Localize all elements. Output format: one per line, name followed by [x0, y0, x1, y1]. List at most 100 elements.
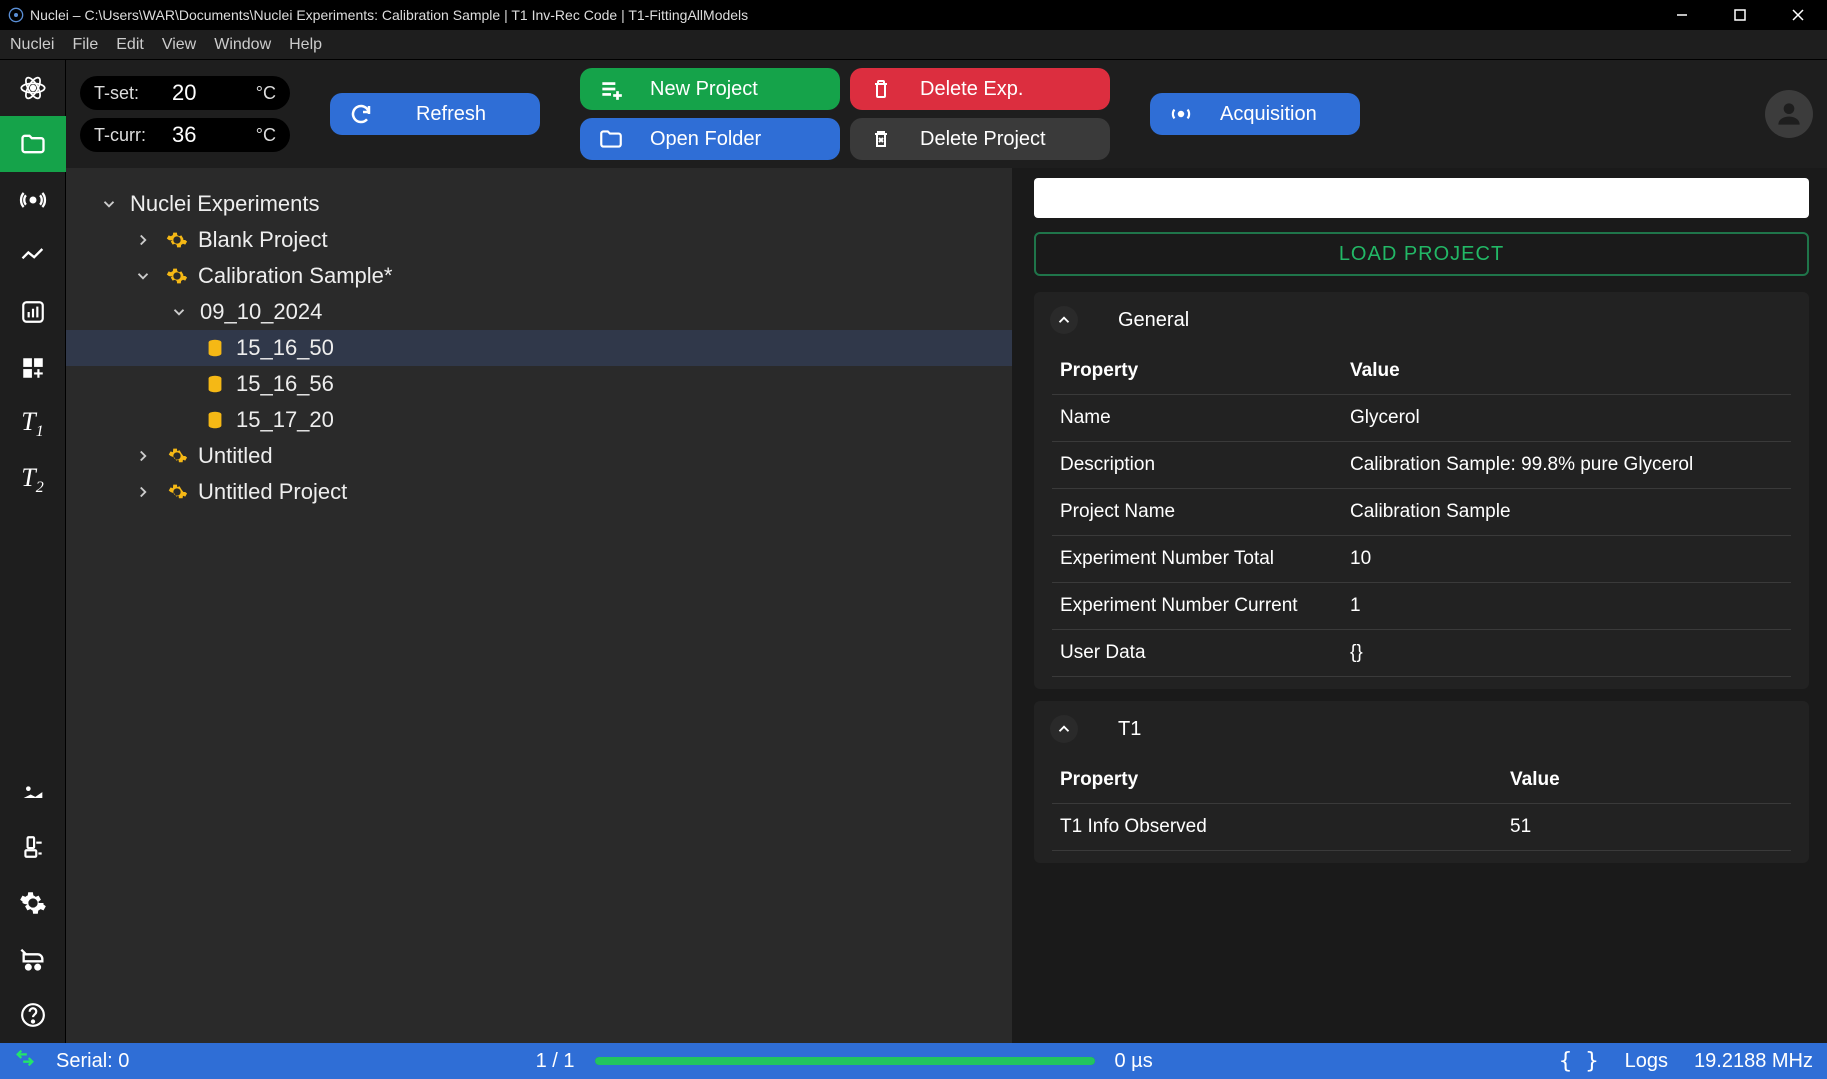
tree-item-date[interactable]: 09_10_2024 [66, 294, 1012, 330]
database-icon [202, 373, 228, 395]
serial-status: Serial: 0 [56, 1050, 129, 1073]
general-header[interactable]: General [1034, 292, 1809, 348]
sidebar-signal-icon[interactable] [0, 172, 66, 228]
tcurr-label: T-curr: [94, 125, 164, 146]
delete-project-icon [868, 127, 894, 151]
page-status: 1 / 1 [536, 1050, 575, 1073]
tree-item-exp-1[interactable]: 15_16_50 [66, 330, 1012, 366]
titlebar: Nuclei – C:\Users\WAR\Documents\Nuclei E… [0, 0, 1827, 30]
sidebar-stroller-icon[interactable] [0, 931, 66, 987]
tree-item-untitled[interactable]: Untitled [66, 438, 1012, 474]
chevron-right-icon [130, 231, 156, 249]
tree-label: 09_10_2024 [200, 299, 322, 325]
sidebar-t2-icon[interactable]: T2 [0, 452, 66, 508]
load-project-label: LOAD PROJECT [1339, 243, 1504, 266]
sidebar-settings-icon[interactable] [0, 875, 66, 931]
prop-key: Experiment Number Total [1060, 548, 1350, 570]
col-property: Property [1060, 769, 1510, 791]
tree-label: 15_16_50 [236, 335, 334, 361]
tree-item-exp-2[interactable]: 15_16_56 [66, 366, 1012, 402]
prop-row: Experiment Number Current 1 [1052, 583, 1791, 630]
tree-item-blank[interactable]: Blank Project [66, 222, 1012, 258]
col-property: Property [1060, 360, 1350, 382]
minimize-button[interactable] [1653, 0, 1711, 30]
chevron-down-icon [96, 195, 122, 213]
sidebar-t1-icon[interactable]: T1 [0, 396, 66, 452]
sidebar-analytics-icon[interactable] [0, 284, 66, 340]
acquisition-icon [1168, 101, 1194, 127]
menu-help[interactable]: Help [289, 36, 322, 54]
user-avatar[interactable] [1765, 90, 1813, 138]
new-project-icon [598, 76, 624, 102]
statusbar: Serial: 0 1 / 1 0 µs { } Logs 19.2188 MH… [0, 1043, 1827, 1079]
t-set[interactable]: T-set: 20 °C [80, 76, 290, 110]
braces-icon[interactable]: { } [1559, 1049, 1599, 1074]
progress-bar [595, 1057, 1095, 1065]
sidebar-chart-icon[interactable] [0, 228, 66, 284]
delete-exp-label: Delete Exp. [920, 78, 1023, 101]
sidebar-dig-icon[interactable] [0, 763, 66, 819]
open-folder-button[interactable]: Open Folder [580, 118, 840, 160]
prop-row: Description Calibration Sample: 99.8% pu… [1052, 442, 1791, 489]
prop-val: Calibration Sample: 99.8% pure Glycerol [1350, 454, 1783, 476]
sidebar-apps-icon[interactable] [0, 340, 66, 396]
prop-row: T1 Info Observed 51 [1052, 804, 1791, 851]
tree-label: 15_16_56 [236, 371, 334, 397]
t1-header[interactable]: T1 [1034, 701, 1809, 757]
delete-project-label: Delete Project [920, 128, 1046, 151]
menu-edit[interactable]: Edit [116, 36, 144, 54]
t1-title: T1 [1118, 718, 1141, 741]
tree-item-calibration[interactable]: Calibration Sample* [66, 258, 1012, 294]
tree-root[interactable]: Nuclei Experiments [66, 186, 1012, 222]
close-button[interactable] [1769, 0, 1827, 30]
menu-window[interactable]: Window [214, 36, 271, 54]
menu-file[interactable]: File [72, 36, 98, 54]
frequency-status: 19.2188 MHz [1694, 1050, 1813, 1073]
prop-val: 51 [1510, 816, 1783, 838]
tree-label: Untitled Project [198, 479, 347, 505]
menu-view[interactable]: View [162, 36, 196, 54]
chevron-right-icon [130, 483, 156, 501]
tree-item-exp-3[interactable]: 15_17_20 [66, 402, 1012, 438]
maximize-button[interactable] [1711, 0, 1769, 30]
acquisition-button[interactable]: Acquisition [1150, 93, 1360, 135]
tcurr-value: 36 [172, 122, 196, 148]
tree-label: 15_17_20 [236, 407, 334, 433]
prop-key: Project Name [1060, 501, 1350, 523]
load-project-button[interactable]: LOAD PROJECT [1034, 232, 1809, 276]
open-folder-icon [598, 126, 624, 152]
prop-val: 1 [1350, 595, 1783, 617]
prop-row: Name Glycerol [1052, 395, 1791, 442]
sidebar-atom-icon[interactable] [0, 60, 66, 116]
gear-icon [164, 229, 190, 251]
delete-exp-button[interactable]: Delete Exp. [850, 68, 1110, 110]
gear-icon [164, 481, 190, 503]
tree-label: Untitled [198, 443, 273, 469]
refresh-label: Refresh [380, 103, 522, 126]
chevron-up-icon [1050, 715, 1078, 743]
prop-val: 10 [1350, 548, 1783, 570]
tree-root-label: Nuclei Experiments [130, 191, 320, 217]
menubar: Nuclei File Edit View Window Help [0, 30, 1827, 60]
tree-item-untitled-project[interactable]: Untitled Project [66, 474, 1012, 510]
delete-project-button[interactable]: Delete Project [850, 118, 1110, 160]
col-value: Value [1510, 769, 1783, 791]
progress-fill [595, 1057, 1095, 1065]
prop-row: Experiment Number Total 10 [1052, 536, 1791, 583]
new-project-button[interactable]: New Project [580, 68, 840, 110]
logs-button[interactable]: Logs [1625, 1050, 1668, 1073]
sidebar-help-icon[interactable] [0, 987, 66, 1043]
acquisition-label: Acquisition [1220, 103, 1317, 126]
sidebar-device-icon[interactable] [0, 819, 66, 875]
sidebar-folder-icon[interactable] [0, 116, 66, 172]
tree-label: Blank Project [198, 227, 328, 253]
prop-key: Description [1060, 454, 1350, 476]
prop-key: Name [1060, 407, 1350, 429]
general-section: General Property Value Name Glycerol Des… [1034, 292, 1809, 689]
sync-icon[interactable] [14, 1047, 36, 1075]
prop-val: Calibration Sample [1350, 501, 1783, 523]
refresh-button[interactable]: Refresh [330, 93, 540, 135]
menu-nuclei[interactable]: Nuclei [10, 36, 54, 54]
prop-key: User Data [1060, 642, 1350, 664]
prop-key: T1 Info Observed [1060, 816, 1510, 838]
